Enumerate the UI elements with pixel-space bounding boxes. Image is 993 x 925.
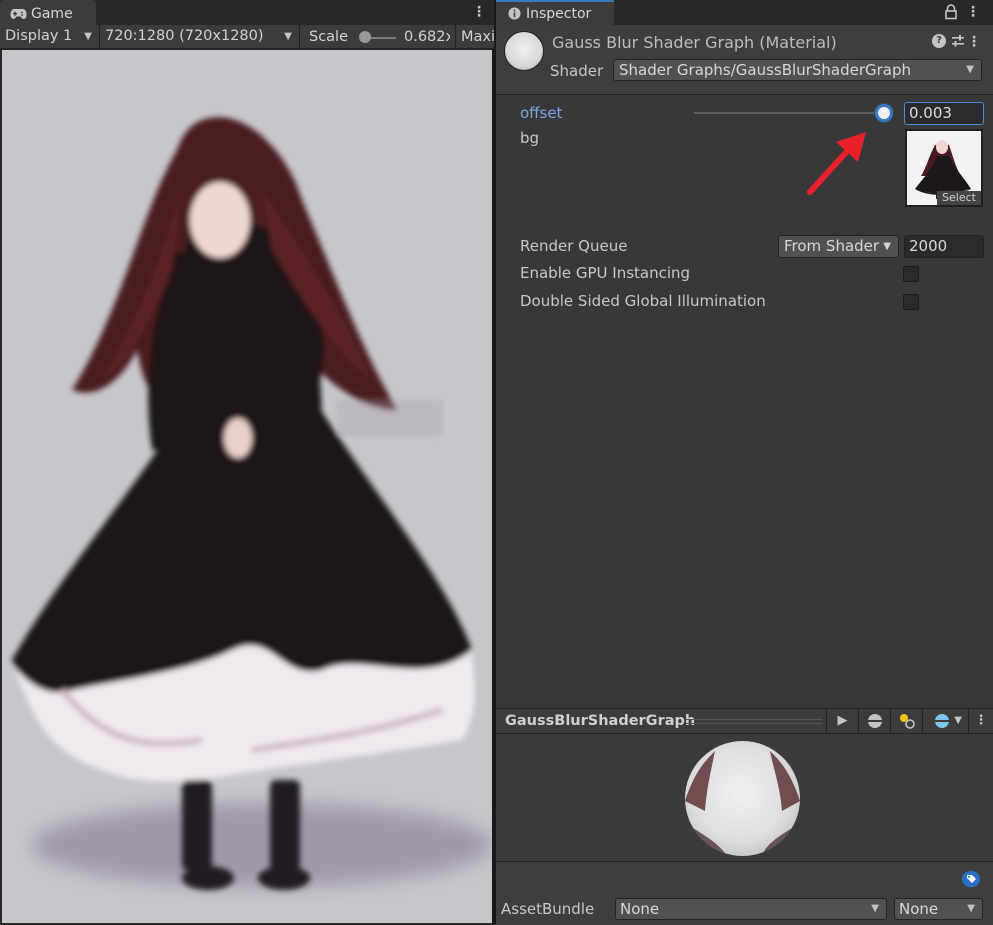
inspector-panel: Inspector ⋮ Gauss Blur Shader Graph (Mat… — [496, 0, 993, 925]
display-dropdown[interactable]: Display 1 ▼ — [0, 25, 100, 49]
shader-label: Shader — [550, 62, 604, 80]
shader-dropdown-value: Shader Graphs/GaussBlurShaderGraph — [619, 61, 912, 79]
game-view[interactable] — [2, 50, 492, 923]
tab-game[interactable]: Game — [0, 0, 96, 25]
render-queue-mode: From Shader — [784, 237, 880, 255]
chevron-down-icon: ▼ — [967, 903, 975, 914]
preview-mesh-dropdown[interactable]: ▼ — [922, 709, 968, 733]
preview-toolbar[interactable]: GaussBlurShaderGraph ▶ ▼ ⋮ — [496, 708, 993, 734]
light-toggle-icon[interactable] — [890, 709, 922, 733]
preview-drag-grip[interactable] — [686, 719, 822, 724]
tab-inspector[interactable]: Inspector — [496, 0, 614, 25]
bg-select-button[interactable]: Select — [937, 191, 981, 205]
inspector-kebab-menu-icon[interactable]: ⋮ — [966, 3, 980, 21]
annotation-arrow — [807, 132, 866, 195]
bg-label: bg — [520, 129, 540, 147]
bg-texture-thumbnail[interactable]: Select — [905, 129, 983, 207]
chevron-down-icon: ▼ — [284, 31, 292, 42]
offset-label: offset — [520, 104, 563, 122]
scale-slider-knob[interactable] — [359, 31, 371, 43]
lock-icon[interactable] — [944, 4, 958, 20]
info-icon — [508, 7, 521, 20]
preview-kebab-menu-icon[interactable]: ⋮ — [968, 709, 993, 733]
scale-value: 0.682x — [404, 29, 450, 45]
gamepad-icon — [10, 9, 27, 19]
offset-slider-knob[interactable] — [875, 104, 893, 122]
resolution-dropdown[interactable]: 720:1280 (720x1280) ▼ — [100, 25, 300, 49]
inspector-tabbar: Inspector ⋮ — [496, 0, 993, 25]
display-dropdown-value: Display 1 — [5, 28, 73, 44]
render-queue-label: Render Queue — [520, 237, 628, 255]
asset-bundle-label: AssetBundle — [501, 900, 595, 918]
material-title: Gauss Blur Shader Graph (Material) — [552, 33, 837, 52]
asset-bundle-name-value: None — [620, 900, 660, 918]
offset-slider-track[interactable] — [694, 112, 884, 114]
preview-title: GaussBlurShaderGraph — [505, 713, 696, 729]
header-kebab-menu-icon[interactable]: ⋮ — [967, 33, 981, 51]
asset-bundle-variant-dropdown[interactable]: None ▼ — [894, 898, 983, 920]
chevron-down-icon: ▼ — [84, 31, 92, 42]
material-header: Gauss Blur Shader Graph (Material) ? ⋮ S… — [496, 25, 993, 95]
game-tabbar: Game ⋮ — [0, 0, 494, 25]
material-preview-sphere — [685, 741, 800, 856]
tab-game-label: Game — [31, 6, 73, 22]
offset-value-field[interactable]: 0.003 — [904, 102, 984, 125]
gpu-instancing-checkbox[interactable] — [903, 266, 919, 282]
game-kebab-menu-icon[interactable]: ⋮ — [472, 3, 486, 21]
chevron-down-icon: ▼ — [883, 241, 891, 252]
chevron-down-icon: ▼ — [966, 64, 974, 75]
material-sphere-icon — [504, 31, 544, 71]
scale-label: Scale — [309, 29, 349, 45]
chevron-down-icon: ▼ — [871, 903, 879, 914]
asset-bundle-name-dropdown[interactable]: None ▼ — [615, 898, 887, 920]
game-panel: Game ⋮ Display 1 ▼ 720:1280 (720x1280) ▼… — [0, 0, 494, 925]
tab-inspector-label: Inspector — [526, 6, 592, 22]
tag-icon[interactable] — [961, 870, 981, 888]
material-preview-area[interactable] — [496, 734, 993, 861]
gpu-instancing-label: Enable GPU Instancing — [520, 264, 691, 282]
resolution-dropdown-value: 720:1280 (720x1280) — [105, 28, 264, 44]
asset-bundle-variant-value: None — [899, 900, 939, 918]
sphere-mesh-icon — [934, 714, 949, 728]
asset-bundle-bar: AssetBundle None ▼ None ▼ — [496, 861, 993, 925]
dsgi-checkbox[interactable] — [903, 294, 919, 310]
chevron-down-icon: ▼ — [954, 715, 962, 726]
game-toolbar: Display 1 ▼ 720:1280 (720x1280) ▼ Scale … — [0, 25, 494, 49]
play-icon[interactable]: ▶ — [826, 709, 858, 733]
shader-dropdown[interactable]: Shader Graphs/GaussBlurShaderGraph ▼ — [613, 59, 982, 81]
help-icon[interactable]: ? — [932, 34, 946, 48]
dsgi-label: Double Sided Global Illumination — [520, 292, 766, 310]
preset-sliders-icon[interactable] — [951, 34, 965, 48]
render-queue-dropdown[interactable]: From Shader ▼ — [778, 235, 899, 258]
maximize-on-play-button[interactable]: Maximize On Play — [455, 25, 494, 49]
render-queue-value-field[interactable]: 2000 — [904, 235, 984, 258]
blurred-character-illustration — [12, 117, 492, 890]
preview-sphere-toggle-icon[interactable] — [858, 709, 890, 733]
preview-texture-overlay — [685, 751, 800, 853]
